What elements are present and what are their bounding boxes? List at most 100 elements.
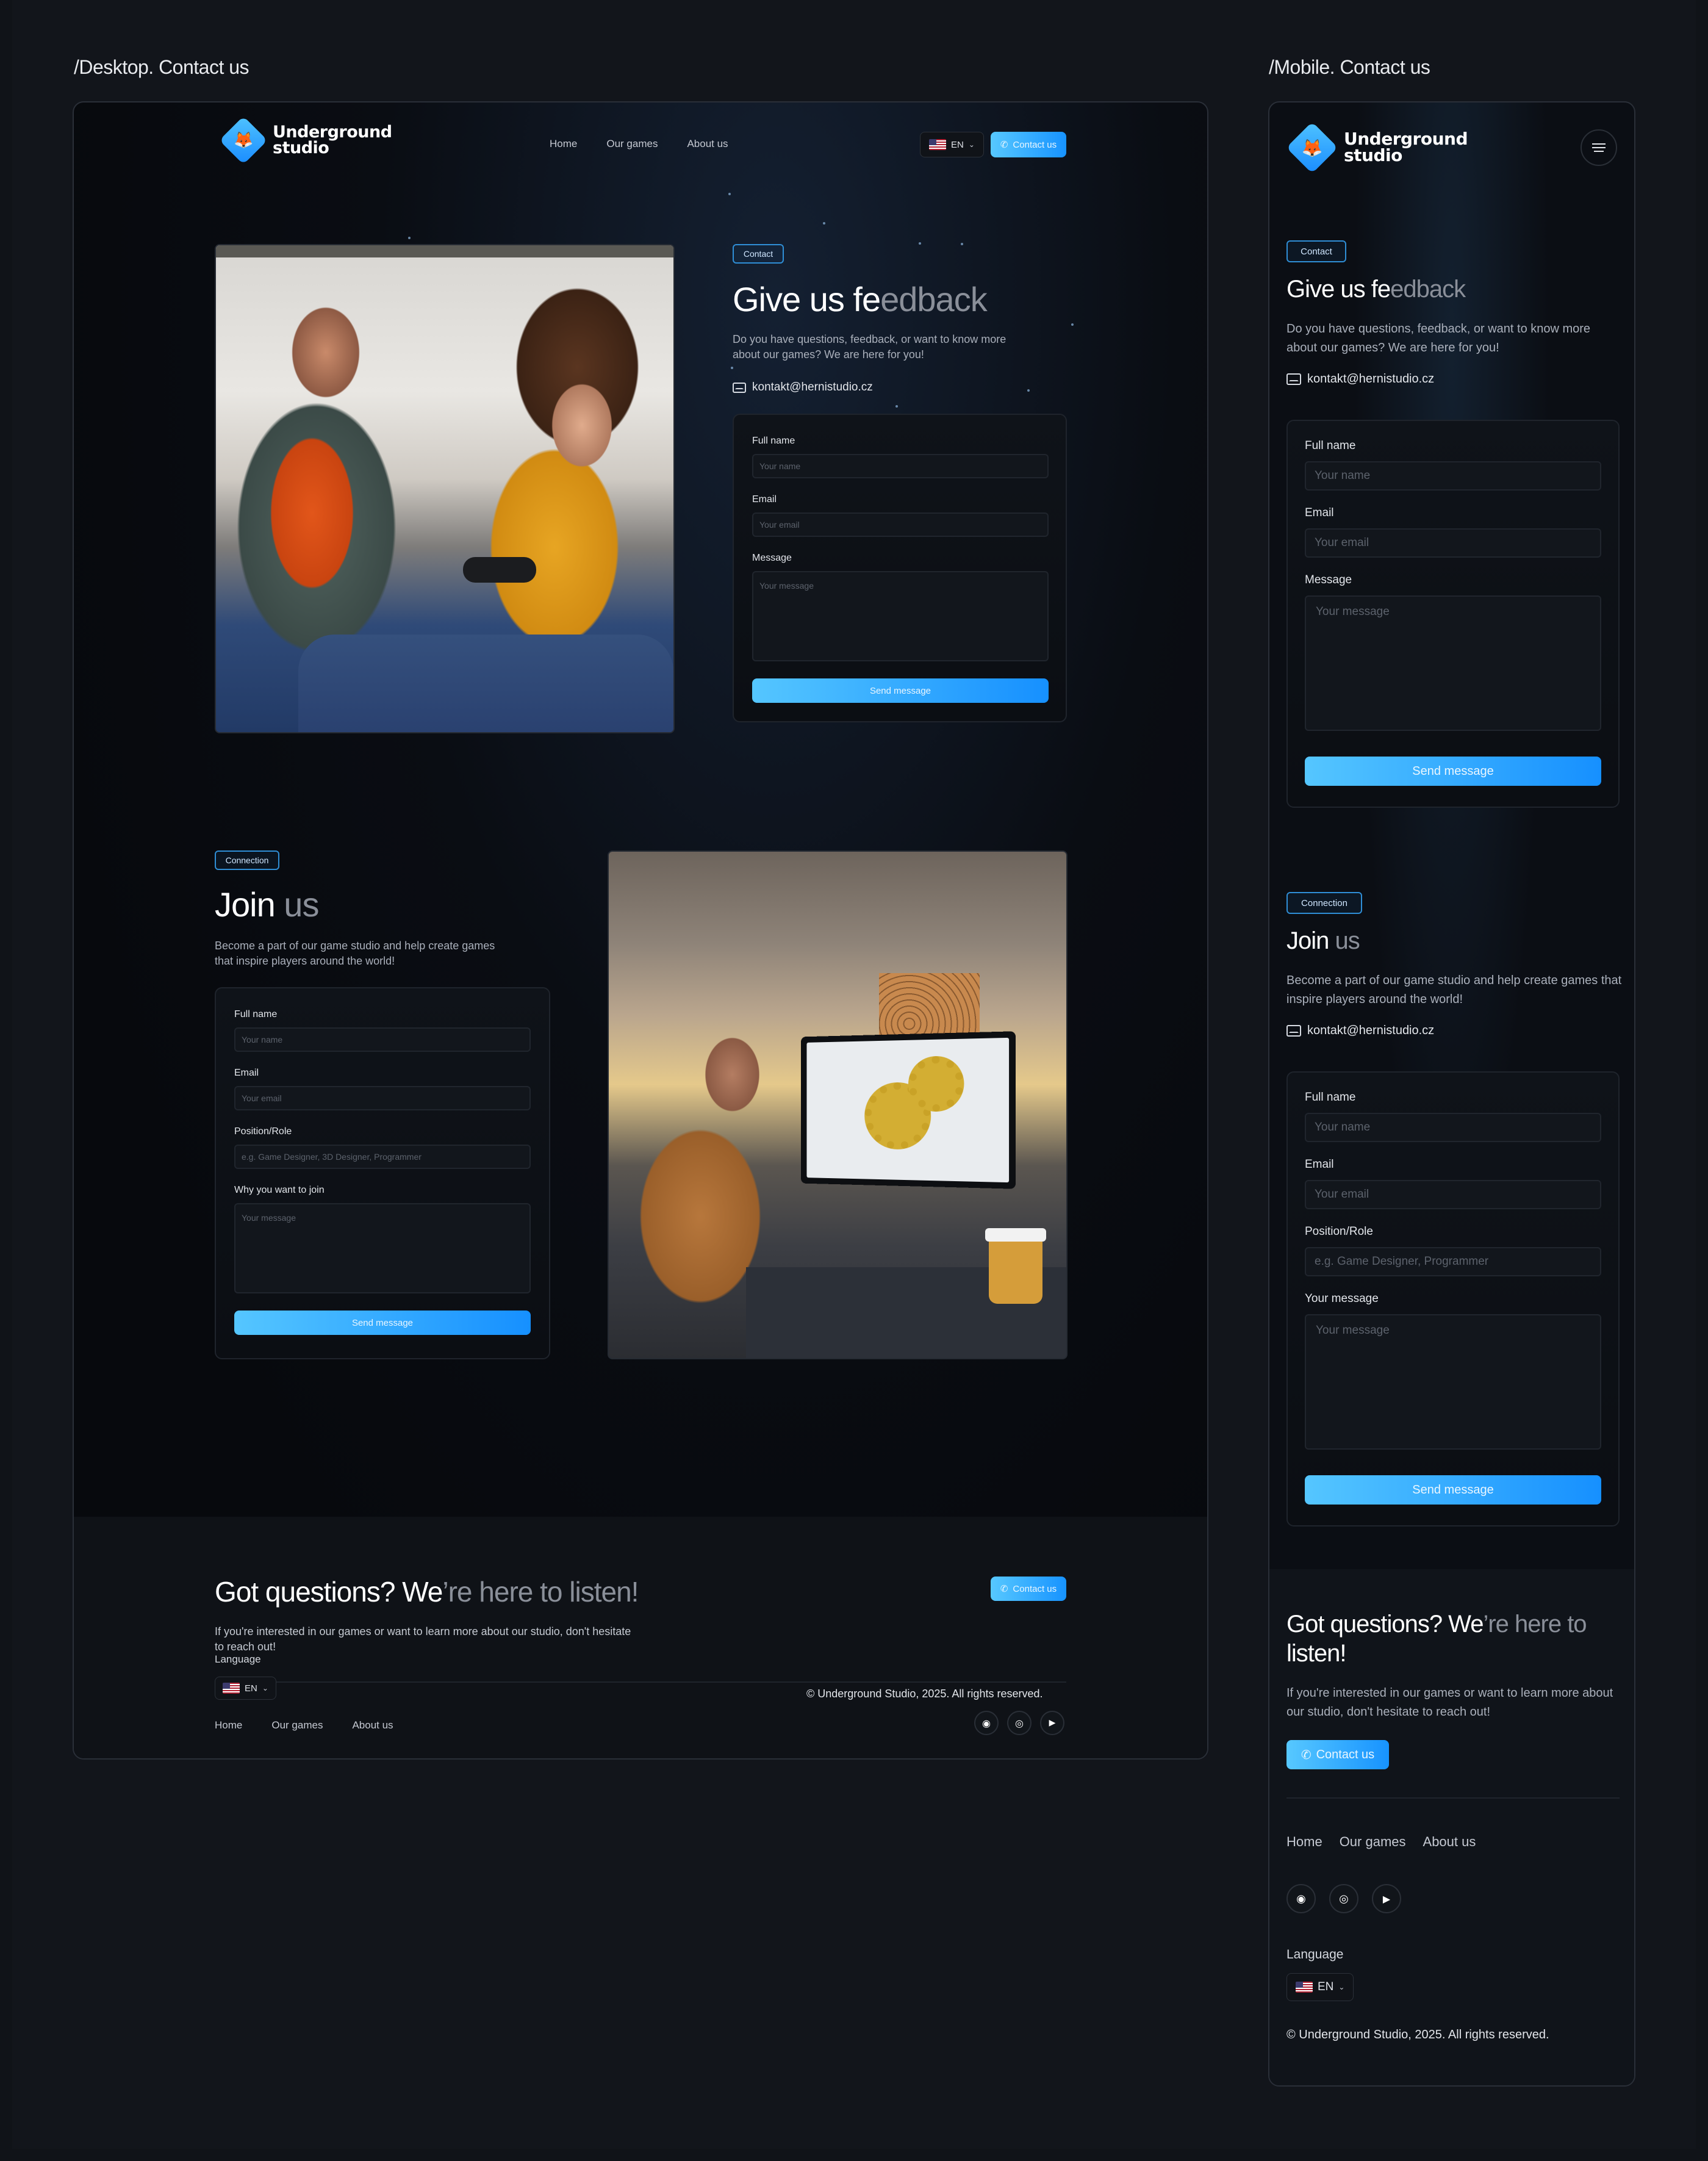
message-textarea[interactable]: Your message xyxy=(752,571,1049,661)
chevron-down-icon: ⌄ xyxy=(968,140,975,149)
join-title-dim: us xyxy=(284,885,319,924)
mail-icon xyxy=(1286,1025,1301,1037)
us-flag-icon xyxy=(223,1683,240,1694)
email-label: Email xyxy=(752,494,777,505)
mobile-join-form: Full name Your name Email Your email Pos… xyxy=(1286,1071,1620,1526)
join-email-label: Email xyxy=(1305,1158,1334,1171)
mobile-contact-tag: Contact xyxy=(1286,240,1346,262)
star xyxy=(823,222,825,225)
join-send-message-button[interactable]: Send message xyxy=(234,1311,531,1335)
mobile-feedback-form: Full name Your name Email Your email Mes… xyxy=(1286,420,1620,808)
join-full-name-input[interactable]: Your name xyxy=(234,1027,531,1052)
fox-logo-icon: 🦊 xyxy=(1286,121,1338,174)
mobile-brand-logo[interactable]: 🦊 Underground studio xyxy=(1286,121,1468,174)
mobile-join-name-input[interactable]: Your name xyxy=(1305,1113,1601,1142)
feedback-title: Give us feedback xyxy=(733,279,988,319)
why-join-label: Why you want to join xyxy=(234,1185,325,1195)
join-full-name-label: Full name xyxy=(234,1009,278,1019)
star xyxy=(731,367,733,369)
your-message-label: Your message xyxy=(1305,1292,1379,1305)
feedback-email: kontakt@hernistudio.cz xyxy=(752,381,873,394)
mobile-join-title: Join us xyxy=(1286,927,1360,955)
contact-us-label: Contact us xyxy=(1013,139,1057,150)
desktop-page: 🦊 Underground studio Home Our games Abou… xyxy=(73,101,1208,1760)
position-role-input[interactable]: e.g. Game Designer, 3D Designer, Program… xyxy=(234,1145,531,1169)
discord-icon[interactable]: ◉ xyxy=(974,1711,999,1735)
footer-about-us-link[interactable]: About us xyxy=(1423,1834,1476,1850)
nav-about-us[interactable]: About us xyxy=(687,138,728,150)
developer-at-desk-photo xyxy=(608,850,1068,1359)
join-title: Join us xyxy=(215,885,319,924)
phone-icon: ✆ xyxy=(1301,1747,1312,1762)
message-label: Message xyxy=(752,553,792,563)
footer-contact-us-label: Contact us xyxy=(1013,1583,1057,1594)
star xyxy=(728,193,731,195)
contact-us-button[interactable]: ✆ Contact us xyxy=(991,132,1066,157)
discord-icon[interactable]: ◉ xyxy=(1286,1884,1316,1913)
feedback-form: Full name Your name Email Your email Mes… xyxy=(733,414,1067,722)
join-full-name-label: Full name xyxy=(1305,1091,1356,1104)
footer-language-code: EN xyxy=(245,1683,257,1694)
mobile-join-email: kontakt@hernistudio.cz xyxy=(1307,1024,1435,1037)
feedback-description: Do you have questions, feedback, or want… xyxy=(733,333,1006,361)
footer-our-games-link[interactable]: Our games xyxy=(1340,1834,1406,1850)
nav-links: Home Our games About us xyxy=(550,138,728,150)
mobile-email-input[interactable]: Your email xyxy=(1305,528,1601,558)
footer-links: Home Our games About us xyxy=(215,1719,393,1731)
brand-name: Underground studio xyxy=(273,124,392,156)
footer-about-us-link[interactable]: About us xyxy=(352,1719,393,1731)
mobile-frame-title: /Mobile. Contact us xyxy=(1269,56,1430,78)
footer: Got questions? We’re here to listen! If … xyxy=(74,1517,1207,1758)
mobile-join-send-button[interactable]: Send message xyxy=(1305,1475,1601,1505)
mobile-join-email-line[interactable]: kontakt@hernistudio.cz xyxy=(1286,1024,1434,1038)
join-email-input[interactable]: Your email xyxy=(234,1086,531,1110)
us-flag-icon xyxy=(929,139,946,150)
feedback-email-line[interactable]: kontakt@hernistudio.cz xyxy=(733,381,873,394)
mobile-language-code: EN xyxy=(1318,1980,1334,1993)
instagram-icon[interactable]: ◎ xyxy=(1007,1711,1032,1735)
us-flag-icon xyxy=(1296,1982,1313,1993)
mobile-join-email-input[interactable]: Your email xyxy=(1305,1180,1601,1209)
footer-home-link[interactable]: Home xyxy=(215,1719,242,1731)
youtube-icon[interactable]: ▶ xyxy=(1040,1711,1064,1735)
mobile-full-name-input[interactable]: Your name xyxy=(1305,461,1601,491)
feedback-title-main: Give us fe xyxy=(733,280,881,318)
youtube-icon[interactable]: ▶ xyxy=(1372,1884,1401,1913)
nav-our-games[interactable]: Our games xyxy=(606,138,658,150)
footer-our-games-link[interactable]: Our games xyxy=(271,1719,323,1731)
menu-icon[interactable] xyxy=(1581,129,1617,166)
mobile-feedback-email-line[interactable]: kontakt@hernistudio.cz xyxy=(1286,372,1434,386)
star xyxy=(895,405,898,408)
cta-title: Got questions? We’re here to listen! xyxy=(215,1575,639,1608)
footer-contact-us-button[interactable]: ✆ Contact us xyxy=(991,1577,1066,1601)
photo-detail xyxy=(216,245,673,257)
language-selector[interactable]: EN ⌄ xyxy=(920,132,984,157)
mobile-position-role-input[interactable]: e.g. Game Designer, Programmer xyxy=(1305,1247,1601,1276)
mobile-cta-title: Got questions? We’re here to listen! xyxy=(1286,1609,1616,1668)
brand-logo[interactable]: 🦊 Underground studio xyxy=(219,116,392,165)
why-join-textarea[interactable]: Your message xyxy=(234,1203,531,1293)
mobile-language-selector[interactable]: EN ⌄ xyxy=(1286,1973,1354,2001)
nav-home[interactable]: Home xyxy=(550,138,577,150)
mobile-cta-description: If you're interested in our games or wan… xyxy=(1286,1686,1613,1719)
footer-language-selector[interactable]: EN ⌄ xyxy=(215,1677,276,1700)
mobile-feedback-description: Do you have questions, feedback, or want… xyxy=(1286,322,1591,354)
mobile-join-message-textarea[interactable]: Your message xyxy=(1305,1314,1601,1450)
join-form: Full name Your name Email Your email Pos… xyxy=(215,987,550,1359)
cta-description: If you're interested in our games or wan… xyxy=(215,1625,631,1653)
mobile-send-message-button[interactable]: Send message xyxy=(1305,757,1601,786)
photo-detail xyxy=(800,1031,1015,1189)
mobile-contact-us-button[interactable]: ✆ Contact us xyxy=(1286,1740,1389,1769)
instagram-icon[interactable]: ◎ xyxy=(1329,1884,1358,1913)
message-label: Message xyxy=(1305,574,1352,586)
send-message-button[interactable]: Send message xyxy=(752,678,1049,703)
footer-home-link[interactable]: Home xyxy=(1286,1834,1322,1850)
mobile-message-textarea[interactable]: Your message xyxy=(1305,595,1601,731)
contact-tag: Contact xyxy=(733,244,784,264)
join-description: Become a part of our game studio and hel… xyxy=(215,940,495,968)
mobile-brand-name: Underground studio xyxy=(1344,131,1468,164)
join-title-main: Join xyxy=(215,885,284,924)
phone-icon: ✆ xyxy=(1000,1583,1008,1594)
full-name-input[interactable]: Your name xyxy=(752,454,1049,478)
email-input[interactable]: Your email xyxy=(752,512,1049,537)
